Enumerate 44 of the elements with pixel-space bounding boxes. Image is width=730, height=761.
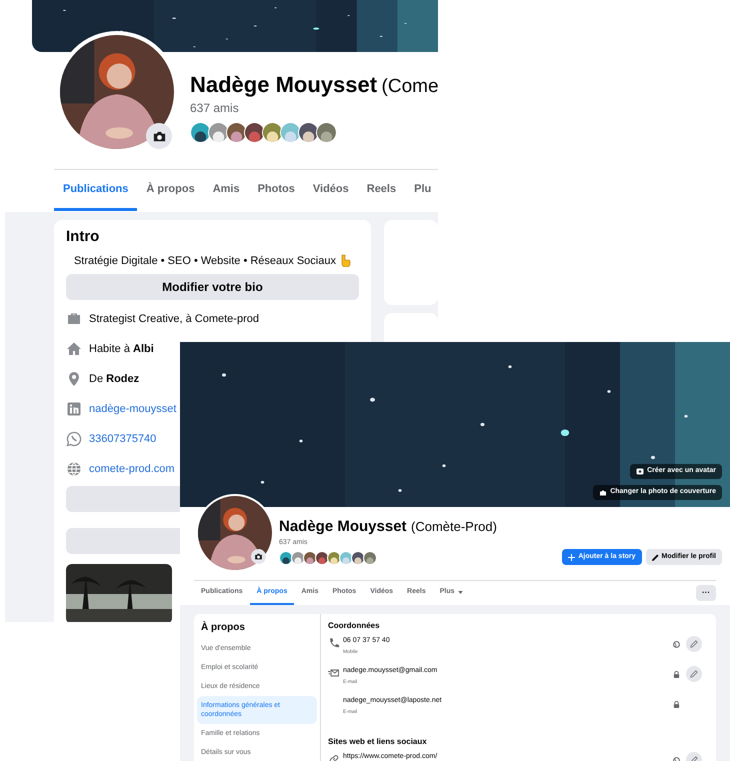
tab[interactable]: Reels — [358, 170, 406, 211]
edit-button[interactable] — [686, 636, 702, 652]
pencil-icon — [690, 670, 698, 678]
tab[interactable]: Vidéos — [304, 170, 358, 211]
friends-count: 637 amis — [190, 100, 239, 116]
profile-subtitle: (Comète-Prod) — [411, 519, 497, 534]
lock-icon[interactable] — [672, 671, 680, 678]
globe-icon[interactable] — [672, 641, 680, 648]
pointing-hand-icon — [338, 254, 351, 268]
profile-link[interactable]: 33607375740 — [89, 430, 156, 448]
section-title: Sites web et liens sociaux — [328, 736, 427, 748]
tab[interactable]: Photos — [248, 170, 304, 211]
plus-icon — [568, 554, 576, 560]
pencil-icon — [690, 640, 698, 648]
briefcase-icon — [66, 311, 82, 327]
more-button[interactable]: ··· — [696, 585, 716, 601]
intro-detail: Habite à Albi — [89, 342, 154, 357]
intro-title: Intro — [66, 227, 100, 247]
tab[interactable]: Plu — [405, 170, 438, 211]
camera-icon — [254, 552, 263, 561]
lock-icon[interactable] — [672, 701, 680, 708]
about-title: À propos — [200, 620, 246, 635]
location-pin-icon — [66, 371, 82, 387]
intro-detail: De Rodez — [89, 372, 140, 387]
chat-phone-icon — [66, 431, 82, 447]
tab[interactable]: À propos — [137, 170, 204, 211]
profile-name: Nadège Mouysset — [279, 518, 407, 535]
profile-link[interactable]: comete-prod.com — [89, 460, 175, 478]
home-icon — [66, 341, 82, 357]
edit-button[interactable] — [686, 666, 702, 682]
tab[interactable]: Amis — [204, 170, 249, 211]
profile-name: Nadège Mouysset — [190, 72, 378, 97]
pencil-icon — [652, 554, 659, 560]
phone-icon — [328, 637, 340, 649]
camera-button[interactable] — [146, 123, 172, 149]
section-title: Coordonnées — [328, 620, 380, 632]
edit-bio-button[interactable]: Modifier votre bio — [66, 274, 359, 300]
globe-icon — [66, 461, 82, 477]
envelope-icon — [328, 667, 340, 679]
profile-link[interactable]: nadège-mouysset — [89, 400, 176, 418]
bio-text: Stratégie Digitale • SEO • Website • Réseaux Sociaux — [74, 254, 336, 268]
linkedin-icon — [66, 401, 82, 417]
intro-detail: Strategist Creative, à Comete-prod — [89, 312, 259, 327]
profile-subtitle: (Come — [382, 76, 438, 97]
